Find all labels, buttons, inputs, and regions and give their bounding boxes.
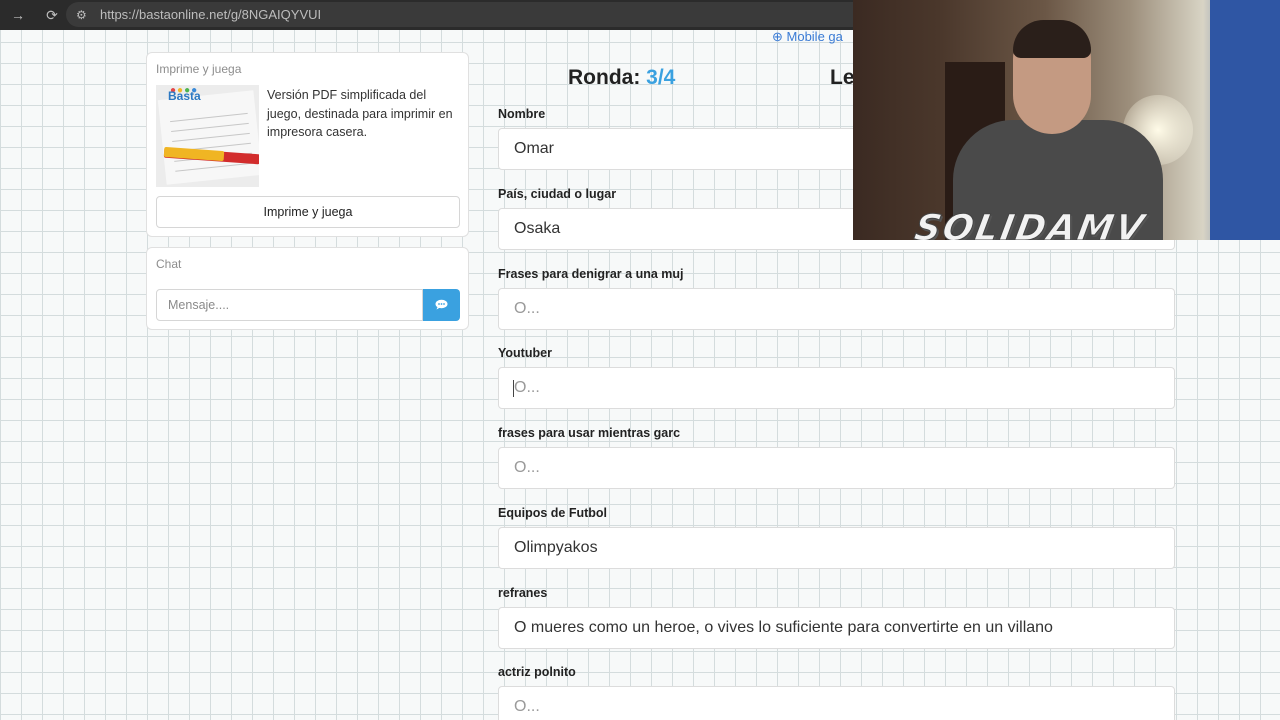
field-input-equipos[interactable]: [498, 527, 1175, 569]
arrow-right-icon[interactable]: →: [8, 7, 28, 23]
field-input-frases-garc[interactable]: [498, 447, 1175, 489]
print-and-play-button[interactable]: Imprime y juega: [156, 196, 460, 228]
webcam-watermark: SOLIDAMV: [911, 208, 1150, 241]
round-value: 3/4: [646, 66, 676, 89]
url-text: https://bastaonline.net/g/8NGAIQYVUI: [100, 7, 322, 22]
chat-title: Chat: [156, 257, 182, 271]
print-card-description: Versión PDF simplificada del juego, dest…: [267, 88, 453, 139]
print-card: Imprime y juega ●●●● Basta Versión PDF s…: [146, 52, 469, 237]
field-label-pais: País, ciudad o lugar: [498, 187, 617, 201]
chat-send-button[interactable]: [423, 289, 460, 321]
field-input-frases-denigrar[interactable]: [498, 288, 1175, 330]
field-input-youtuber[interactable]: [498, 367, 1175, 409]
field-label-youtuber: Youtuber: [498, 346, 552, 360]
field-input-actriz[interactable]: [498, 686, 1175, 720]
tune-icon[interactable]: ⚙: [76, 8, 92, 22]
field-input-refranes[interactable]: [498, 607, 1175, 649]
print-card-title: Imprime y juega: [156, 62, 242, 76]
webcam-overlay: SOLIDAMV: [853, 0, 1280, 240]
address-bar[interactable]: ⚙ https://bastaonline.net/g/8NGAIQYVUI: [66, 2, 866, 27]
round-label: Ronda:: [568, 66, 641, 89]
round-indicator: Ronda: 3/4: [568, 66, 675, 90]
field-label-equipos: Equipos de Futbol: [498, 506, 608, 520]
field-label-actriz: actriz polnito: [498, 665, 576, 679]
field-label-nombre: Nombre: [498, 107, 546, 121]
text-cursor: [513, 380, 514, 397]
field-label-frases-denigrar: Frases para denigrar a una muj: [498, 267, 684, 281]
reload-icon[interactable]: ⟳: [42, 7, 62, 24]
mobile-game-link[interactable]: ⊕ Mobile ga: [772, 29, 843, 45]
field-label-refranes: refranes: [498, 586, 548, 600]
letter-indicator: Le: [830, 66, 855, 89]
print-thumbnail-image: ●●●● Basta: [156, 85, 259, 187]
chat-message-input[interactable]: [156, 289, 423, 321]
chat-card: Chat: [146, 247, 469, 330]
chat-bubble-icon: [435, 298, 448, 313]
field-label-frases-garc: frases para usar mientras garc: [498, 426, 681, 440]
